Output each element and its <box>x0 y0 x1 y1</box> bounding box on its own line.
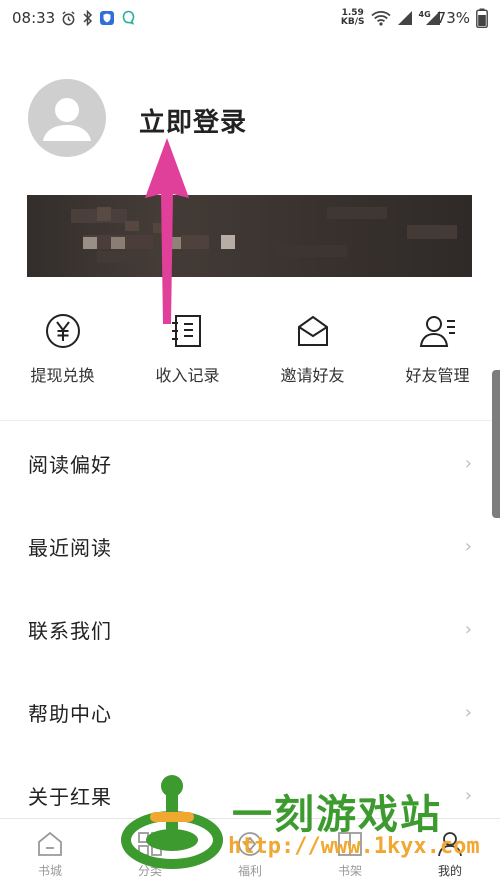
default-avatar-icon <box>43 98 91 141</box>
home-icon <box>35 829 65 859</box>
action-withdraw[interactable]: 提现兑换 <box>0 300 125 400</box>
action-income-record[interactable]: 收入记录 <box>125 300 250 400</box>
nav-label: 分类 <box>137 864 162 878</box>
envelope-icon <box>294 312 332 350</box>
gift-icon <box>235 829 265 859</box>
chevron-right-icon: › <box>464 453 472 474</box>
pointer-arrow <box>145 138 189 324</box>
menu-item-help-center[interactable]: 帮助中心 › <box>0 671 500 754</box>
user-list-icon <box>419 312 457 350</box>
status-time: 08:33 <box>12 9 56 27</box>
menu-item-reading-preferences[interactable]: 阅读偏好 › <box>0 422 500 505</box>
menu-label: 最近阅读 <box>28 536 112 560</box>
status-right: 1.59 KB/S 4G 73% <box>341 8 488 28</box>
network-speed-unit: KB/S <box>340 17 365 27</box>
network-speed: 1.59 KB/S <box>341 9 365 27</box>
nav-item-category[interactable]: 分类 <box>100 819 200 889</box>
battery-icon <box>476 8 488 28</box>
menu-label: 阅读偏好 <box>28 453 112 477</box>
scrollbar[interactable] <box>492 370 500 518</box>
alarm-icon <box>61 10 76 26</box>
status-left: 08:33 <box>12 9 136 27</box>
chevron-right-icon: › <box>464 619 472 640</box>
user-icon <box>435 829 465 859</box>
chat-app-icon <box>121 10 136 26</box>
battery-percent: 73% <box>436 9 470 27</box>
promo-banner[interactable] <box>27 195 472 277</box>
nav-item-welfare[interactable]: 福利 <box>200 819 300 889</box>
quick-actions: 提现兑换 收入记录 邀请好友 好友管理 <box>0 300 500 400</box>
nav-item-bookshelf[interactable]: 书架 <box>300 819 400 889</box>
action-label: 提现兑换 <box>30 366 95 385</box>
profile-header: 立即登录 <box>0 36 500 186</box>
bookshelf-icon <box>335 829 365 859</box>
shield-icon <box>99 10 115 26</box>
nav-label: 福利 <box>237 864 262 878</box>
nav-label: 我的 <box>437 864 462 878</box>
action-label: 邀请好友 <box>280 366 345 385</box>
notebook-icon <box>169 312 207 350</box>
settings-menu: 阅读偏好 › 最近阅读 › 联系我们 › 帮助中心 › 关于红果 › <box>0 422 500 837</box>
action-label: 好友管理 <box>405 366 470 385</box>
yen-coin-icon <box>44 312 82 350</box>
menu-item-recent-reading[interactable]: 最近阅读 › <box>0 505 500 588</box>
network-type: 4G <box>418 9 431 19</box>
avatar[interactable] <box>28 79 106 157</box>
section-divider <box>0 420 500 421</box>
menu-label: 关于红果 <box>28 785 112 809</box>
nav-label: 书城 <box>37 864 62 878</box>
nav-item-bookstore[interactable]: 书城 <box>0 819 100 889</box>
nav-item-mine[interactable]: 我的 <box>400 819 500 889</box>
wifi-icon <box>370 10 391 26</box>
nav-label: 书架 <box>337 864 362 878</box>
menu-label: 联系我们 <box>28 619 112 643</box>
action-label: 收入记录 <box>155 366 220 385</box>
grid-icon <box>135 829 165 859</box>
bluetooth-icon <box>82 10 93 26</box>
bottom-nav: 书城 分类 福利 书架 我的 <box>0 818 500 889</box>
signal-icon <box>397 10 413 26</box>
status-bar: 08:33 1.59 KB/S 4G 73% <box>0 0 500 36</box>
chevron-right-icon: › <box>464 702 472 723</box>
action-manage-friends[interactable]: 好友管理 <box>375 300 500 400</box>
chevron-right-icon: › <box>464 536 472 557</box>
signal-4g-icon: 4G <box>418 9 440 26</box>
menu-label: 帮助中心 <box>28 702 112 726</box>
chevron-right-icon: › <box>464 785 472 806</box>
menu-item-contact-us[interactable]: 联系我们 › <box>0 588 500 671</box>
login-link[interactable]: 立即登录 <box>139 102 247 139</box>
action-invite-friends[interactable]: 邀请好友 <box>250 300 375 400</box>
